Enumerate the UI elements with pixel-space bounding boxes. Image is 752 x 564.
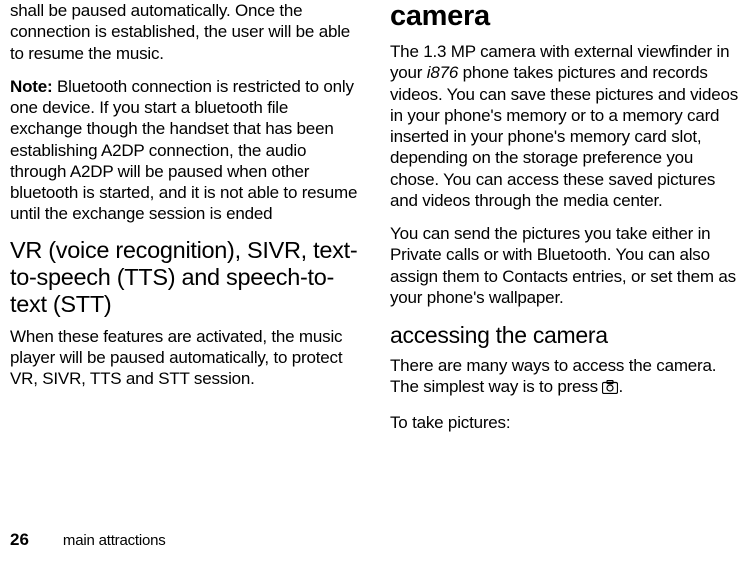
right-p3-a: There are many ways to access the camera… (390, 356, 716, 396)
left-note: Note: Bluetooth connection is restricted… (10, 76, 362, 225)
footer-section-label: main attractions (63, 532, 166, 549)
page-content: shall be paused automatically. Once the … (0, 0, 752, 445)
right-p3-b: . (618, 377, 623, 396)
camera-icon (602, 378, 618, 399)
note-label: Note: (10, 77, 52, 96)
right-column: camera The 1.3 MP camera with external v… (390, 0, 742, 445)
page-number: 26 (10, 530, 29, 550)
right-paragraph-4: To take pictures: (390, 412, 742, 433)
left-paragraph-1: shall be paused automatically. Once the … (10, 0, 362, 64)
left-paragraph-2: When these features are activated, the m… (10, 326, 362, 390)
accessing-camera-subheading: accessing the camera (390, 322, 742, 349)
model-name: i876 (427, 63, 458, 82)
camera-heading: camera (390, 0, 742, 33)
right-paragraph-3: There are many ways to access the camera… (390, 355, 742, 400)
right-p1-b: phone takes pictures and records videos.… (390, 63, 738, 210)
right-paragraph-1: The 1.3 MP camera with external viewfind… (390, 41, 742, 211)
left-subhead: VR (voice recognition), SIVR, text-to-sp… (10, 237, 362, 318)
footer: 26 main attractions (10, 530, 166, 550)
right-paragraph-2: You can send the pictures you take eithe… (390, 223, 742, 308)
left-column: shall be paused automatically. Once the … (10, 0, 362, 445)
note-text: Bluetooth connection is restricted to on… (10, 77, 357, 224)
